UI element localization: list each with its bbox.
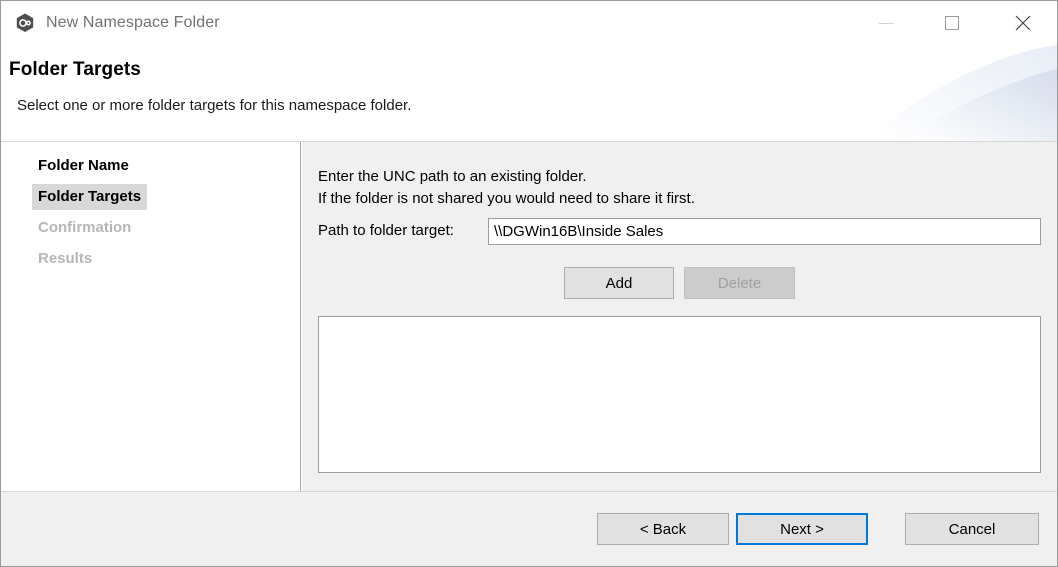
- window-title: New Namespace Folder: [46, 14, 220, 31]
- sidebar-row-folder-name: Folder Name: [1, 153, 300, 184]
- content-pane: Enter the UNC path to an existing folder…: [302, 142, 1057, 491]
- close-button[interactable]: [987, 1, 1057, 45]
- wizard-steps-list: Folder Name Folder Targets Confirmation …: [1, 142, 300, 277]
- title-bar: New Namespace Folder: [1, 1, 1057, 45]
- path-to-folder-target-label: Path to folder target:: [318, 222, 454, 239]
- close-icon: [1015, 15, 1031, 31]
- sidebar-row-results: Results: [1, 246, 300, 277]
- dialog-body: Folder Name Folder Targets Confirmation …: [1, 142, 1057, 491]
- minimize-button[interactable]: [855, 1, 917, 45]
- cancel-button[interactable]: Cancel: [905, 513, 1039, 545]
- add-button[interactable]: Add: [564, 267, 674, 299]
- instruction-line-1: Enter the UNC path to an existing folder…: [318, 168, 587, 185]
- maximize-icon: [945, 16, 959, 30]
- namespace-folder-icon: [16, 13, 34, 32]
- next-button[interactable]: Next >: [736, 513, 868, 545]
- folder-targets-list[interactable]: [318, 316, 1041, 473]
- delete-button: Delete: [684, 267, 795, 299]
- sidebar-row-confirmation: Confirmation: [1, 215, 300, 246]
- path-to-folder-target-input[interactable]: [488, 218, 1041, 245]
- minimize-icon: [878, 22, 894, 24]
- wizard-steps-sidebar: Folder Name Folder Targets Confirmation …: [1, 142, 301, 491]
- sidebar-row-folder-targets: Folder Targets: [1, 184, 300, 215]
- window-controls: [855, 1, 1057, 45]
- dialog-footer: < Back Next > Cancel: [1, 491, 1057, 566]
- sidebar-item-folder-name[interactable]: Folder Name: [32, 153, 135, 179]
- page-title: Folder Targets: [9, 59, 141, 80]
- header-decoration: [867, 45, 1057, 141]
- page-subtitle: Select one or more folder targets for th…: [17, 97, 412, 114]
- wizard-header: Folder Targets Select one or more folder…: [1, 45, 1057, 141]
- sidebar-item-results: Results: [38, 250, 93, 267]
- back-button[interactable]: < Back: [597, 513, 729, 545]
- new-namespace-folder-dialog: New Namespace Folder Folder Targets Sele…: [0, 0, 1058, 567]
- sidebar-item-folder-targets[interactable]: Folder Targets: [32, 184, 148, 210]
- sidebar-item-confirmation: Confirmation: [38, 219, 132, 236]
- maximize-button[interactable]: [917, 1, 987, 45]
- instruction-line-2: If the folder is not shared you would ne…: [318, 190, 695, 207]
